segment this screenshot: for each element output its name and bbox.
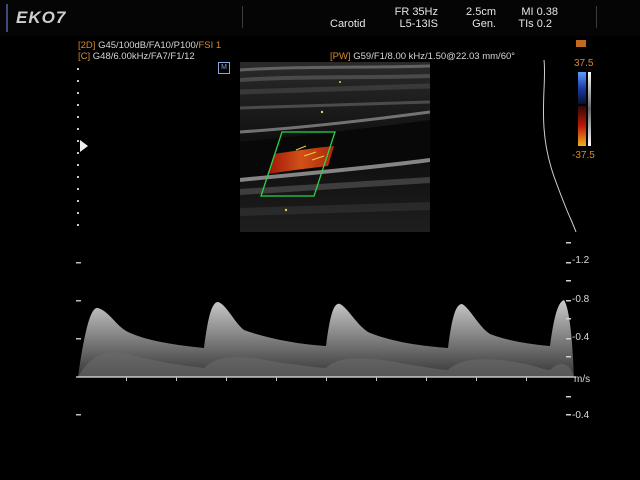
probe-label: L5-13IS (399, 18, 438, 30)
header-separator (596, 6, 597, 28)
pw-params: [PW] G59/F1/8.00 kHz/1.50@22.03 mm/60° (330, 51, 515, 62)
pw-values: G59/F1/8.00 kHz/1.50@22.03 mm/60° (353, 51, 516, 62)
b-mode-params: [2D] G45/100dB/FA10/P100/FSI 1 (78, 40, 221, 51)
velocity-label: -1.2 (572, 255, 590, 266)
velocity-unit: m/s (574, 374, 591, 385)
b-mode-tag: [2D] (78, 40, 96, 51)
focus-marker-icon[interactable] (80, 140, 88, 152)
tis-label: TIs 0.2 (518, 18, 552, 30)
m-marker-icon: M (218, 62, 230, 74)
b-mode-image (240, 62, 430, 232)
fsi-label: FSI 1 (198, 40, 222, 51)
color-tag: [C] (78, 51, 91, 62)
velocity-label: -0.8 (572, 294, 590, 305)
pw-tag: [PW] (330, 51, 351, 62)
b-mode-values: G45/100dB/FA10/P100/ (98, 40, 199, 51)
logo-accent (6, 4, 8, 32)
color-bar-scale (588, 72, 591, 146)
brand-logo: EKO7 (16, 8, 67, 27)
color-params: [C] G48/6.00kHz/FA7/F1/12 (78, 51, 195, 62)
color-values: G48/6.00kHz/FA7/F1/12 (92, 51, 195, 62)
velocity-label: -0.4 (572, 332, 590, 343)
doppler-spectrum (76, 262, 576, 416)
freeze-icon (576, 40, 586, 47)
velocity-label: -0.4 (572, 410, 590, 421)
tgc-curve[interactable] (536, 58, 580, 234)
preset-label: Carotid (330, 18, 366, 30)
mode-label: Gen. (472, 18, 496, 30)
header-separator (242, 6, 243, 28)
